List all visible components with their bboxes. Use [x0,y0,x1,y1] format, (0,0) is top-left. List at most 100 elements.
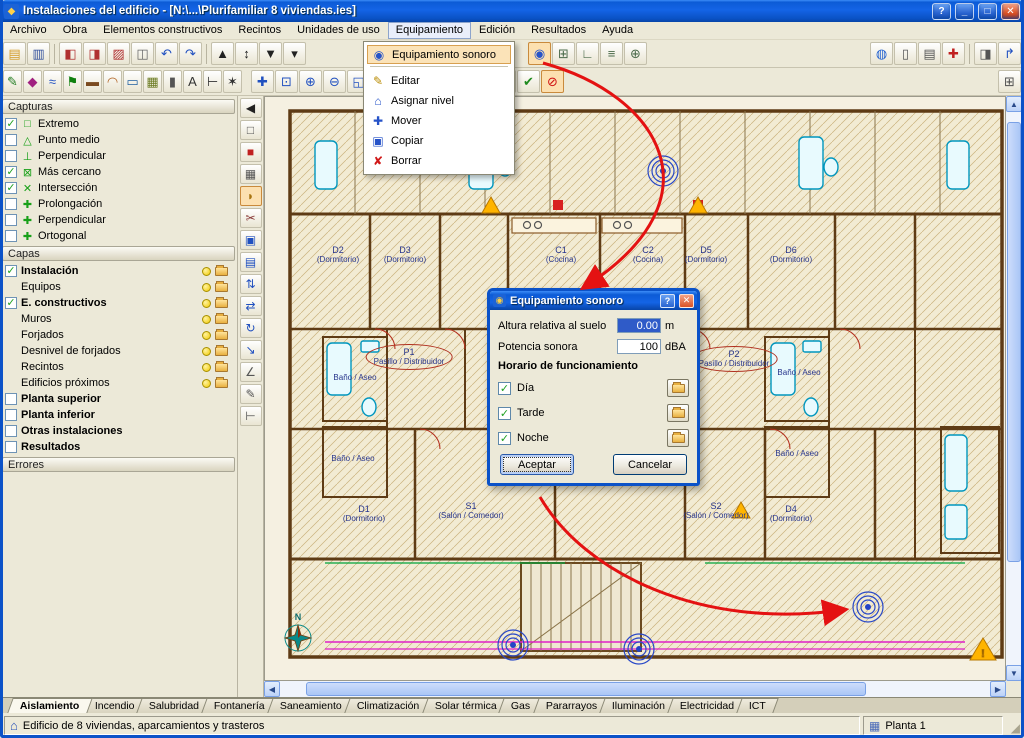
menu-separator[interactable] [370,66,508,70]
more-tools-button[interactable]: ▾ [283,42,306,65]
context-help-button[interactable]: ↱ [998,42,1021,65]
layer-row[interactable]: Planta superior [2,391,235,407]
scroll-right-button[interactable] [990,681,1006,697]
menu-item-copiar[interactable]: ▣ Copiar [367,131,511,151]
capture-option-row[interactable]: ✚ Ortogonal [2,228,235,244]
cancel-operation-button[interactable]: ⊘ [541,70,564,93]
collapse-panel-button[interactable]: ◀ [240,98,262,118]
online-services-button[interactable]: ◍ [870,42,893,65]
dialog-help-button[interactable]: ? [660,294,675,308]
layer-row[interactable]: Desnivel de forjados [2,343,235,359]
ortho-mode-button[interactable]: ∟ [576,42,599,65]
flag-errors-button[interactable]: ⚑ [63,70,82,93]
select-tool-button[interactable]: □ [240,120,262,140]
potencia-input[interactable]: 100 [617,339,661,354]
layer-row[interactable]: Edificios próximos [2,375,235,391]
move-horizontal-tool-button[interactable]: ⇄ [240,296,262,316]
verify-operation-button[interactable]: ✔ [517,70,540,93]
scroll-thumb[interactable] [306,682,866,696]
layer-folder-icon[interactable] [215,363,228,372]
scroll-up-button[interactable] [1006,96,1022,112]
wall-tool-button[interactable]: ▬ [83,70,102,93]
module-tab[interactable]: Electricidad [667,698,747,713]
cancelar-button[interactable]: Cancelar [613,454,687,475]
scroll-track[interactable] [280,681,990,697]
window-layout-button[interactable]: ◨ [974,42,997,65]
copy-tool-button[interactable]: ▣ [240,230,262,250]
module-tab[interactable]: Iluminación [599,698,678,713]
plant-list-button[interactable]: ≈ [43,70,62,93]
element-info-button[interactable]: ◫ [131,42,154,65]
menu-item-equipamiento-sonoro[interactable]: ◉ Equipamiento sonoro [367,45,511,64]
zoom-in-button[interactable]: ⊕ [299,70,322,93]
pan-tool-button[interactable]: ✚ [251,70,274,93]
capture-option-row[interactable]: ✓ □ Extremo [2,116,235,132]
print-config-button[interactable]: ✚ [942,42,965,65]
menu-item-editar[interactable]: ✎ Editar [367,71,511,91]
module-tab[interactable]: Climatización [344,698,432,713]
layer-row[interactable]: ✓ E. constructivos [2,295,235,311]
layer-row[interactable]: Resultados [2,439,235,455]
horizontal-scrollbar[interactable] [264,681,1006,697]
zoom-out-button[interactable]: ⊖ [323,70,346,93]
capture-option-row[interactable]: ✚ Prolongación [2,196,235,212]
highlight-tool-button[interactable]: ■ [240,142,262,162]
menu-bar-item[interactable]: Equipamiento [388,22,471,39]
layer-folder-icon[interactable] [215,347,228,356]
menu-item-borrar[interactable]: ✘ Borrar [367,151,511,171]
schedule-button[interactable] [667,429,689,447]
maximize-button[interactable]: □ [978,3,997,20]
grid-tool-button[interactable]: ▦ [240,164,262,184]
redo-button[interactable]: ↷ [179,42,202,65]
layer-folder-icon[interactable] [215,299,228,308]
menu-bar-item[interactable]: Edición [471,22,523,39]
new-element-button[interactable]: ◧ [59,42,82,65]
module-tab[interactable]: Aislamiento [7,698,92,713]
schedule-button[interactable] [667,379,689,397]
menu-bar-item[interactable]: Unidades de uso [289,22,388,39]
menu-bar-item[interactable]: Elementos constructivos [95,22,230,39]
open-button[interactable]: ▤ [3,42,26,65]
layer-folder-icon[interactable] [215,315,228,324]
checkbox[interactable]: ✓ [498,382,511,395]
snap-grid-button[interactable]: ⊞ [552,42,575,65]
layer-row[interactable]: Planta inferior [2,407,235,423]
scroll-thumb[interactable] [1007,122,1021,562]
scroll-down-button[interactable] [1006,665,1022,681]
menu-bar-item[interactable]: Resultados [523,22,594,39]
scroll-left-button[interactable] [264,681,280,697]
module-tab[interactable]: ICT [737,698,779,713]
scroll-track[interactable] [1006,112,1022,665]
layer-row[interactable]: Equipos [2,279,235,295]
paste-tool-button[interactable]: ▤ [240,252,262,272]
minimize-button[interactable]: _ [955,3,974,20]
resize-tool-button[interactable]: ↘ [240,340,262,360]
fit-height-button[interactable]: ↕ [235,42,258,65]
checkbox[interactable]: ✓ [498,432,511,445]
menu-bar-item[interactable]: Archivo [2,22,55,39]
vertical-scrollbar[interactable] [1006,96,1022,681]
window-tool-button[interactable]: ▭ [123,70,142,93]
dialog-close-button[interactable]: ✕ [679,294,694,308]
module-tab[interactable]: Fontanería [202,698,278,713]
move-vertical-tool-button[interactable]: ⇅ [240,274,262,294]
menu-item-asignar-nivel[interactable]: ⌂ Asignar nivel [367,91,511,111]
layer-folder-icon[interactable] [215,331,228,340]
measure-tool-button[interactable]: ⊢ [240,406,262,426]
door-tool-button[interactable]: ◠ [103,70,122,93]
altura-input[interactable]: 0.00 [617,318,661,333]
edit-plant-button[interactable]: ✎ [3,70,22,93]
capture-option-row[interactable]: ⊥ Perpendicular [2,148,235,164]
module-tab[interactable]: Solar térmica [422,698,509,713]
save-button[interactable]: ▥ [27,42,50,65]
layer-folder-icon[interactable] [215,379,228,388]
dialog-title-bar[interactable]: Equipamiento sonoro ? ✕ [490,291,697,310]
reference-lines-button[interactable]: ≡ [600,42,623,65]
resize-grip[interactable] [1006,716,1020,735]
layer-row[interactable]: Recintos [2,359,235,375]
help-button[interactable]: ? [932,3,951,20]
north-symbol-button[interactable]: ✶ [223,70,242,93]
menu-bar-item[interactable]: Obra [55,22,95,39]
annotation-tool-button[interactable]: ◗ [240,186,262,206]
edit-element-button[interactable]: ◨ [83,42,106,65]
